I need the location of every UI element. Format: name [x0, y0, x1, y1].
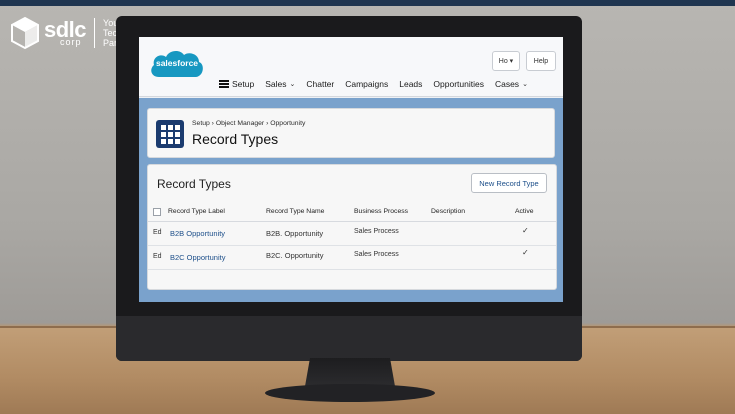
chevron-down-icon: ⌄ — [289, 81, 296, 88]
brand-divider — [94, 18, 96, 48]
nav-label: Setup — [232, 79, 255, 89]
row-divider — [148, 269, 556, 270]
screen: salesforce Ho ▾ Help Setup Sales ⌄ Chatt… — [139, 37, 563, 302]
user-menu-button[interactable]: Ho ▾ — [492, 51, 520, 71]
nav-item-opportunities[interactable]: Opportunities — [433, 79, 484, 89]
record-types-card: Record Types New Record Type Record Type… — [147, 164, 557, 290]
page-header-card: Setup › Object Manager › Opportunity Rec… — [147, 108, 555, 158]
record-type-name: B2C. Opportunity — [266, 251, 324, 260]
select-all-checkbox[interactable] — [153, 208, 161, 216]
breadcrumb-opportunity[interactable]: Opportunity — [270, 120, 305, 127]
business-process: Sales Process — [354, 251, 399, 258]
column-header-business-process[interactable]: Business Process — [354, 208, 408, 215]
breadcrumb-separator: › — [211, 120, 214, 127]
nav-item-cases[interactable]: Cases ⌄ — [495, 79, 528, 89]
record-type-label-link[interactable]: B2B Opportunity — [170, 229, 225, 238]
grid-icon — [156, 120, 184, 148]
breadcrumb-object-manager[interactable]: Object Manager — [216, 120, 264, 127]
monitor-stand-base — [265, 384, 435, 402]
nav-label: Leads — [399, 79, 423, 89]
cube-icon — [11, 16, 39, 50]
monitor-chin — [116, 316, 582, 361]
record-type-name: B2B. Opportunity — [266, 229, 324, 238]
list-title: Record Types — [157, 177, 231, 191]
help-button[interactable]: Help — [526, 51, 556, 71]
column-header-description[interactable]: Description — [431, 208, 465, 215]
row-divider — [148, 245, 556, 246]
nav-label: Chatter — [306, 79, 335, 89]
nav-label: Campaigns — [345, 79, 389, 89]
chevron-down-icon: ⌄ — [522, 81, 528, 88]
header-divider — [148, 221, 556, 222]
nav-item-leads[interactable]: Leads — [399, 79, 422, 89]
new-record-type-button[interactable]: New Record Type — [471, 173, 547, 193]
nav-label: Cases — [494, 79, 520, 89]
column-header-label[interactable]: Record Type Label — [168, 208, 225, 215]
breadcrumb-setup[interactable]: Setup — [192, 120, 210, 127]
nav-item-chatter[interactable]: Chatter — [306, 79, 334, 89]
top-strip — [0, 0, 735, 6]
nav-bar: Setup Sales ⌄ Chatter Campaigns Leads Op… — [219, 79, 528, 89]
column-header-name[interactable]: Record Type Name — [266, 208, 324, 215]
brand-wordmark: sdlc corp — [44, 18, 87, 47]
record-type-label-link[interactable]: B2C Opportunity — [170, 253, 225, 262]
salesforce-logo-text: salesforce — [155, 58, 199, 68]
nav-item-sales[interactable]: Sales ⌄ — [265, 79, 295, 89]
row-edit-action[interactable]: Ed — [153, 253, 162, 260]
column-header-active[interactable]: Active — [515, 208, 534, 215]
app-header: salesforce Ho ▾ Help Setup Sales ⌄ Chatt… — [139, 37, 563, 97]
nav-label: Opportunities — [433, 79, 484, 89]
breadcrumb: Setup › Object Manager › Opportunity — [192, 120, 305, 127]
page-title: Record Types — [192, 131, 279, 147]
breadcrumb-separator: › — [266, 120, 269, 127]
active-check-icon: ✓ — [522, 226, 529, 235]
row-edit-action[interactable]: Ed — [153, 229, 162, 236]
nav-label: Sales — [265, 79, 287, 89]
menu-icon — [219, 80, 229, 88]
business-process: Sales Process — [354, 228, 399, 235]
nav-item-campaigns[interactable]: Campaigns — [345, 79, 388, 89]
nav-item-setup[interactable]: Setup — [219, 79, 254, 89]
active-check-icon: ✓ — [522, 248, 529, 257]
